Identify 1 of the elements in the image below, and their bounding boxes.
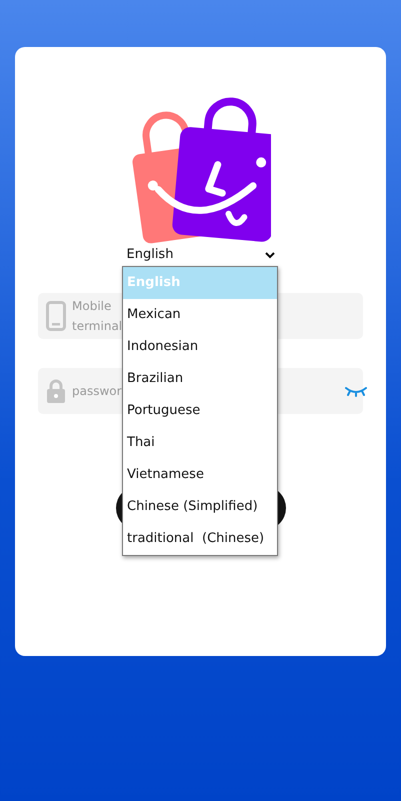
selected-language: English xyxy=(126,246,174,264)
